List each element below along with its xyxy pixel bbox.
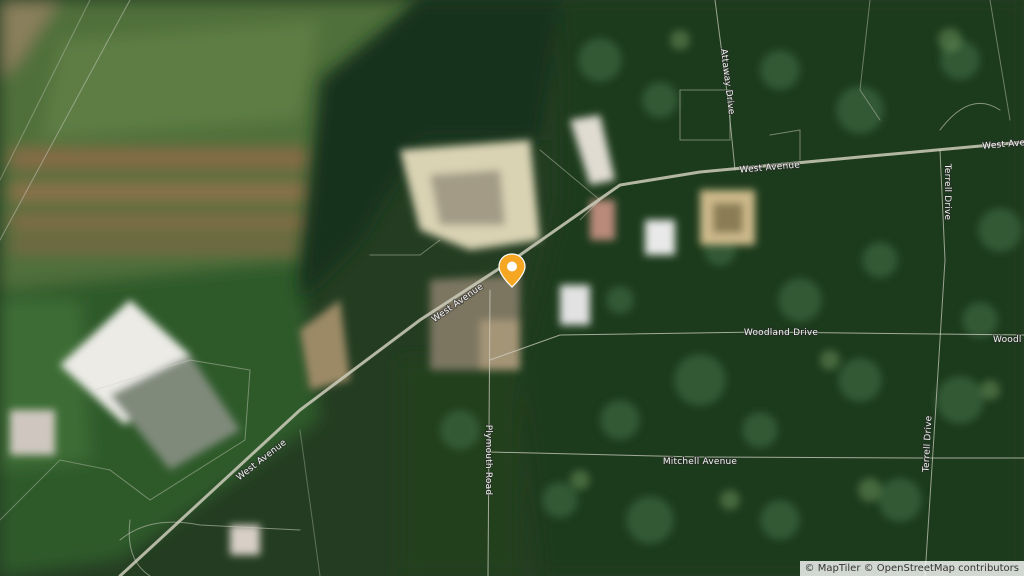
map-pin-icon[interactable] [497, 253, 527, 289]
map-attribution: © MapTiler © OpenStreetMap contributors [799, 561, 1024, 576]
road-label-woodland-drive: Woodl [993, 335, 1022, 345]
road-label-mitchell-avenue: Mitchell Avenue [663, 457, 738, 467]
road-label-terrell-drive: Terrell Drive [942, 163, 952, 221]
road-label-plymouth-road: Plymouth Road [483, 425, 493, 496]
openstreetmap-attribution-link[interactable]: © OpenStreetMap contributors [864, 563, 1019, 574]
maptiler-attribution-link[interactable]: © MapTiler [805, 563, 861, 574]
map-view[interactable]: West Avenue West Avenue West Avenue West… [0, 0, 1024, 576]
road-label-woodland-drive: Woodland Drive [744, 328, 818, 338]
